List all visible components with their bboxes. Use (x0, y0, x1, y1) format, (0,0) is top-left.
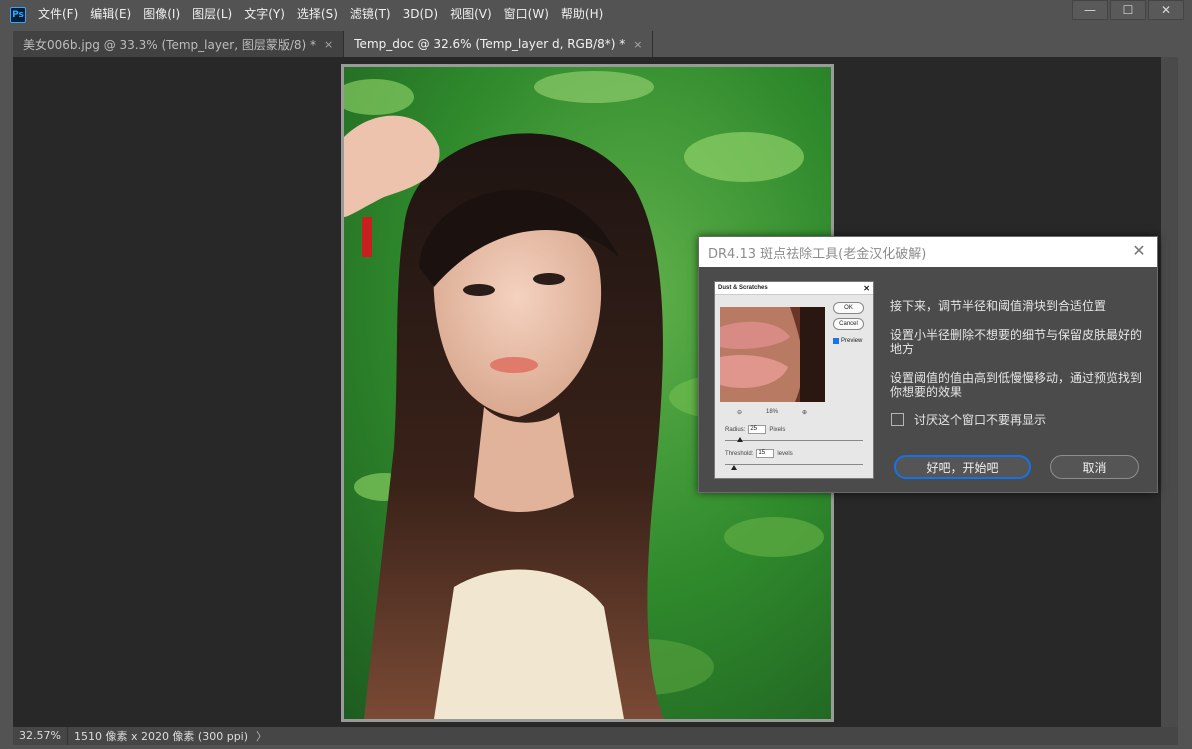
menu-edit[interactable]: 编辑(E) (84, 0, 137, 29)
thumb-radius-label: Radius: (725, 426, 746, 433)
menu-select[interactable]: 选择(S) (291, 0, 344, 29)
thumb-threshold-input: 15 (756, 449, 775, 458)
thumb-radius-field: Radius: 25 Pixels (725, 425, 785, 434)
menu-view[interactable]: 视图(V) (444, 0, 498, 29)
menu-image[interactable]: 图像(I) (137, 0, 186, 29)
zoom-out-icon: ⊖ (737, 410, 743, 416)
cancel-button[interactable]: 取消 (1050, 455, 1139, 479)
thumb-zoom-value: 18% (765, 409, 778, 415)
dialog-titlebar: DR4.13 斑点祛除工具(老金汉化破解) ✕ (699, 237, 1157, 267)
status-bar: 32.57% 1510 像素 x 2020 像素 (300 ppi) 〉 (13, 727, 1178, 745)
instruction-3: 设置阈值的值由高到低慢慢移动，通过预览找到你想要的效果 (890, 371, 1143, 399)
dust-scratches-screenshot: Dust & Scratches ✕ OK Cancel Preview ⊖ 1… (714, 281, 874, 479)
thumb-zoom-row: ⊖ 18% ⊕ (737, 409, 807, 416)
slider-knob (737, 437, 743, 442)
thumb-radius-unit: Pixels (769, 426, 786, 433)
close-window-button[interactable]: ✕ (1148, 0, 1184, 20)
thumb-preview-checkbox: Preview (833, 338, 862, 344)
tab-label: Temp_doc @ 32.6% (Temp_layer d, RGB/8*) … (354, 37, 626, 51)
tab-meinv006b[interactable]: 美女006b.jpg @ 33.3% (Temp_layer, 图层蒙版/8) … (13, 31, 345, 57)
close-icon[interactable]: ✕ (1131, 243, 1147, 259)
panel-edge (1178, 29, 1192, 749)
chevron-right-icon[interactable]: 〉 (256, 728, 267, 744)
menu-layer[interactable]: 图层(L) (186, 0, 238, 29)
thumb-threshold-slider (725, 464, 863, 470)
menu-window[interactable]: 窗口(W) (498, 0, 555, 29)
thumb-preview-image (720, 307, 825, 402)
menu-bar: Ps 文件(F) 编辑(E) 图像(I) 图层(L) 文字(Y) 选择(S) 滤… (0, 0, 1192, 29)
thumb-radius-input: 25 (748, 425, 767, 434)
menu-filter[interactable]: 滤镜(T) (344, 0, 397, 29)
checkbox-checked-icon (833, 338, 839, 344)
thumb-threshold-unit: levels (777, 450, 793, 457)
checkbox-label: 讨厌这个窗口不要再显示 (914, 413, 1047, 427)
photoshop-logo-icon: Ps (10, 6, 26, 23)
vertical-scrollbar[interactable] (1161, 57, 1178, 727)
instruction-2: 设置小半径删除不想要的细节与保留皮肤最好的地方 (890, 328, 1143, 356)
thumb-radius-slider (725, 437, 863, 442)
dont-show-again-checkbox[interactable]: 讨厌这个窗口不要再显示 (891, 411, 1046, 428)
slider-knob (731, 465, 737, 470)
menu-type[interactable]: 文字(Y) (238, 0, 291, 29)
zoom-level[interactable]: 32.57% (13, 727, 68, 745)
menu-3d[interactable]: 3D(D) (397, 0, 444, 29)
zoom-in-icon: ⊕ (801, 410, 807, 416)
instruction-1: 接下来，调节半径和阈值滑块到合适位置 (890, 299, 1107, 313)
window-controls: — ☐ ✕ (1072, 0, 1184, 20)
lips-closeup-image (720, 307, 825, 402)
maximize-button[interactable]: ☐ (1110, 0, 1146, 20)
tab-label: 美女006b.jpg @ 33.3% (Temp_layer, 图层蒙版/8) … (23, 37, 317, 52)
dialog-instructions: 接下来，调节半径和阈值滑块到合适位置 设置小半径删除不想要的细节与保留皮肤最好的… (890, 299, 1150, 414)
thumb-threshold-label: Threshold: (725, 450, 754, 457)
menu-file[interactable]: 文件(F) (32, 0, 84, 29)
thumb-title: Dust & Scratches ✕ (715, 282, 873, 295)
document-info: 1510 像素 x 2020 像素 (300 ppi) (73, 730, 249, 743)
document-tabs: 美女006b.jpg @ 33.3% (Temp_layer, 图层蒙版/8) … (13, 31, 654, 57)
thumb-title-text: Dust & Scratches (718, 285, 768, 291)
checkbox-unchecked-icon[interactable] (891, 413, 904, 426)
ok-start-button[interactable]: 好吧，开始吧 (894, 455, 1031, 479)
thumb-cancel-button: Cancel (833, 318, 864, 330)
tab-close-icon[interactable]: × (633, 38, 642, 51)
thumb-close-icon: ✕ (863, 284, 870, 293)
thumb-ok-button: OK (833, 302, 864, 314)
tab-close-icon[interactable]: × (324, 38, 333, 51)
spot-removal-dialog: DR4.13 斑点祛除工具(老金汉化破解) ✕ Dust & Scratches… (698, 236, 1158, 493)
tab-temp-doc[interactable]: Temp_doc @ 32.6% (Temp_layer d, RGB/8*) … (344, 31, 654, 57)
thumb-preview-label: Preview (841, 338, 863, 344)
thumb-threshold-field: Threshold: 15 levels (725, 449, 793, 458)
minimize-button[interactable]: — (1072, 0, 1108, 20)
dialog-title: DR4.13 斑点祛除工具(老金汉化破解) (708, 246, 927, 262)
menu-help[interactable]: 帮助(H) (555, 0, 609, 29)
